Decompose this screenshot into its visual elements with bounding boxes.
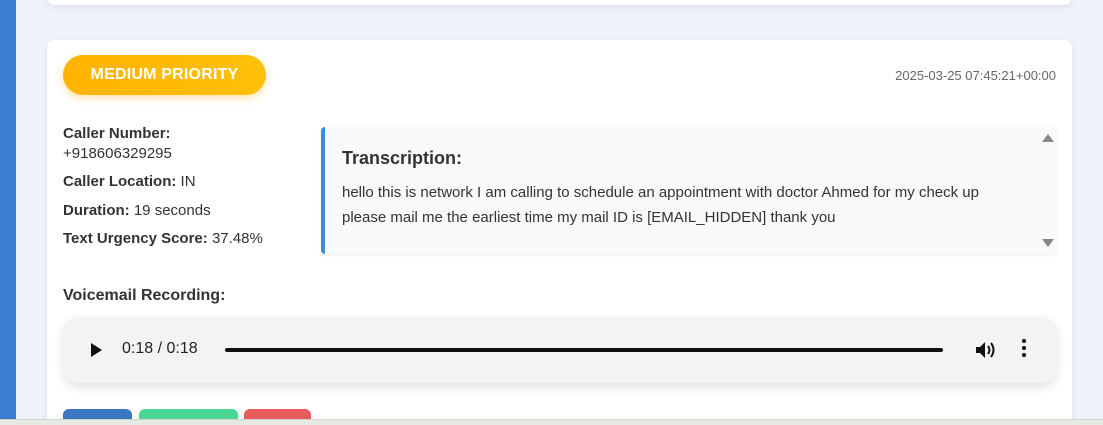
transcription-text: hello this is network I am calling to sc… bbox=[342, 184, 979, 226]
scroll-down-icon[interactable] bbox=[1042, 239, 1054, 247]
caller-location-label: Caller Location: bbox=[63, 173, 177, 190]
sidebar-edge bbox=[0, 0, 16, 425]
urgency-row: Text Urgency Score: 37.48% bbox=[63, 229, 313, 249]
transcription-box[interactable]: Transcription: hello this is network I a… bbox=[321, 127, 1057, 254]
caller-number-value: +918606329295 bbox=[63, 144, 172, 162]
transcription-title: Transcription: bbox=[342, 148, 463, 168]
caller-details: Caller Number: +918606329295 Caller Loca… bbox=[63, 124, 313, 258]
caller-location-row: Caller Location: IN bbox=[63, 172, 313, 192]
urgency-label: Text Urgency Score: bbox=[63, 230, 208, 247]
audio-player: 0:18 / 0:18 bbox=[63, 317, 1057, 383]
scroll-up-icon[interactable] bbox=[1042, 134, 1054, 142]
volume-icon[interactable] bbox=[975, 340, 997, 360]
voicemail-card: MEDIUM PRIORITY 2025-03-25 07:45:21+00:0… bbox=[47, 40, 1072, 425]
priority-badge: MEDIUM PRIORITY bbox=[63, 55, 266, 95]
caller-location-value: IN bbox=[180, 173, 196, 190]
caller-number-row: Caller Number: +918606329295 bbox=[63, 124, 313, 163]
more-options-icon[interactable] bbox=[1020, 339, 1028, 361]
play-icon[interactable] bbox=[91, 343, 102, 357]
duration-label: Duration: bbox=[63, 201, 130, 219]
caller-number-label: Caller Number: bbox=[63, 125, 171, 142]
window-bottom-bar bbox=[0, 419, 1103, 425]
duration-value: 19 seconds bbox=[133, 201, 211, 219]
previous-voicemail-card bbox=[47, 0, 1072, 5]
voicemail-title: Voicemail Recording: bbox=[63, 287, 226, 304]
audio-time: 0:18 / 0:18 bbox=[122, 340, 198, 357]
call-timestamp: 2025-03-25 07:45:21+00:00 bbox=[895, 68, 1056, 83]
duration-row: Duration: 19 seconds bbox=[63, 201, 313, 221]
audio-seek-bar[interactable] bbox=[225, 348, 943, 352]
urgency-value: 37.48% bbox=[211, 230, 263, 247]
